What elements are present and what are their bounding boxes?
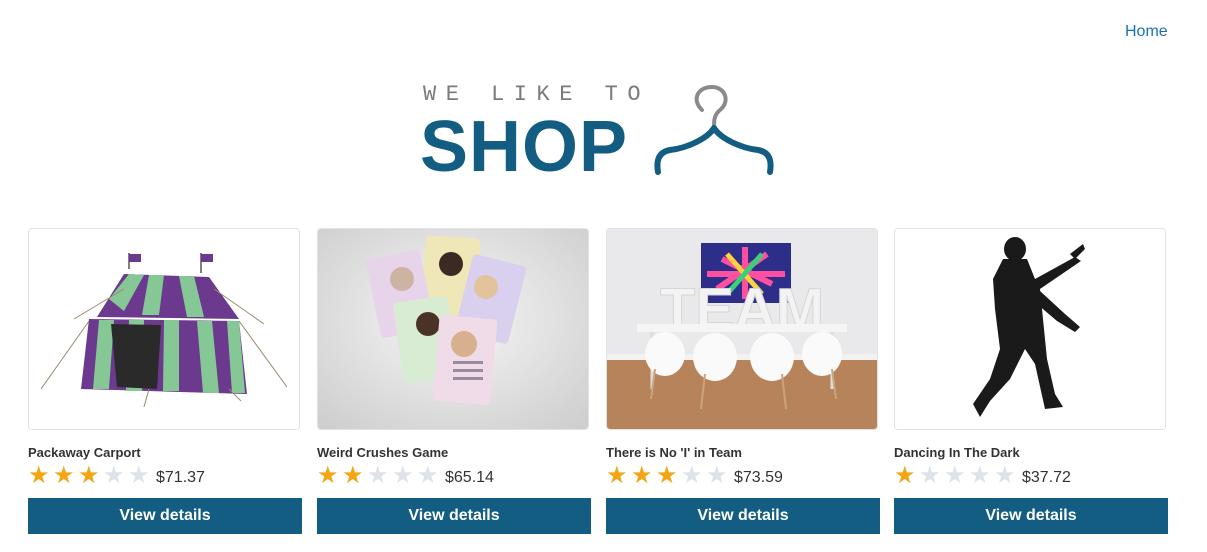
product-rating: ★ ★ ★ ★ ★ $37.72 xyxy=(894,464,1168,488)
site-logo[interactable]: WE LIKE TO SHOP xyxy=(420,80,780,190)
view-details-button[interactable]: View details xyxy=(317,498,591,534)
star-icon: ★ xyxy=(631,462,653,489)
product-price: $71.37 xyxy=(156,469,205,486)
product-image-tent[interactable] xyxy=(28,228,300,430)
star-icon: ★ xyxy=(894,462,916,489)
star-icon: ★ xyxy=(919,462,941,489)
product-price: $65.14 xyxy=(445,469,494,486)
star-icon: ★ xyxy=(103,462,125,489)
product-card: TEAM There is No 'I' in Team ★ ★ ★ ★ ★ $73.5… xyxy=(606,228,880,534)
star-icon: ★ xyxy=(53,462,75,489)
star-icon: ★ xyxy=(706,462,728,489)
product-name[interactable]: Weird Crushes Game xyxy=(317,445,591,460)
hanger-icon xyxy=(654,84,774,175)
product-card: Weird Crushes Game ★ ★ ★ ★ ★ $65.14 View det… xyxy=(317,228,591,534)
star-icon: ★ xyxy=(969,462,991,489)
product-rating: ★ ★ ★ ★ ★ $71.37 xyxy=(28,464,302,488)
product-card: Packaway Carport ★ ★ ★ ★ ★ $71.37 View detai… xyxy=(28,228,302,534)
view-details-button[interactable]: View details xyxy=(894,498,1168,534)
star-icon: ★ xyxy=(681,462,703,489)
product-rating: ★ ★ ★ ★ ★ $73.59 xyxy=(606,464,880,488)
star-icon: ★ xyxy=(656,462,678,489)
product-image-dancer[interactable] xyxy=(894,228,1166,430)
star-rating: ★ ★ ★ ★ ★ xyxy=(606,464,731,488)
product-image-cards[interactable] xyxy=(317,228,589,430)
svg-text:TEAM: TEAM xyxy=(660,277,824,342)
nav-home-link[interactable]: Home xyxy=(1125,23,1168,41)
view-details-button[interactable]: View details xyxy=(28,498,302,534)
star-icon: ★ xyxy=(417,462,439,489)
logo-tagline: WE LIKE TO xyxy=(423,82,651,107)
star-icon: ★ xyxy=(944,462,966,489)
star-icon: ★ xyxy=(392,462,414,489)
product-name[interactable]: Packaway Carport xyxy=(28,445,302,460)
view-details-button[interactable]: View details xyxy=(606,498,880,534)
star-rating: ★ ★ ★ ★ ★ xyxy=(317,464,442,488)
star-rating: ★ ★ ★ ★ ★ xyxy=(894,464,1019,488)
star-icon: ★ xyxy=(28,462,50,489)
product-image-team[interactable]: TEAM xyxy=(606,228,878,430)
logo-wordmark: SHOP xyxy=(420,107,629,187)
star-icon: ★ xyxy=(78,462,100,489)
product-rating: ★ ★ ★ ★ ★ $65.14 xyxy=(317,464,591,488)
star-rating: ★ ★ ★ ★ ★ xyxy=(28,464,153,488)
star-icon: ★ xyxy=(317,462,339,489)
star-icon: ★ xyxy=(994,462,1016,489)
star-icon: ★ xyxy=(367,462,389,489)
star-icon: ★ xyxy=(606,462,628,489)
star-icon: ★ xyxy=(342,462,364,489)
product-price: $73.59 xyxy=(734,469,783,486)
product-card: Dancing In The Dark ★ ★ ★ ★ ★ $37.72 View de… xyxy=(894,228,1168,534)
product-price: $37.72 xyxy=(1022,469,1071,486)
star-icon: ★ xyxy=(128,462,150,489)
product-name[interactable]: Dancing In The Dark xyxy=(894,445,1168,460)
product-name[interactable]: There is No 'I' in Team xyxy=(606,445,880,460)
